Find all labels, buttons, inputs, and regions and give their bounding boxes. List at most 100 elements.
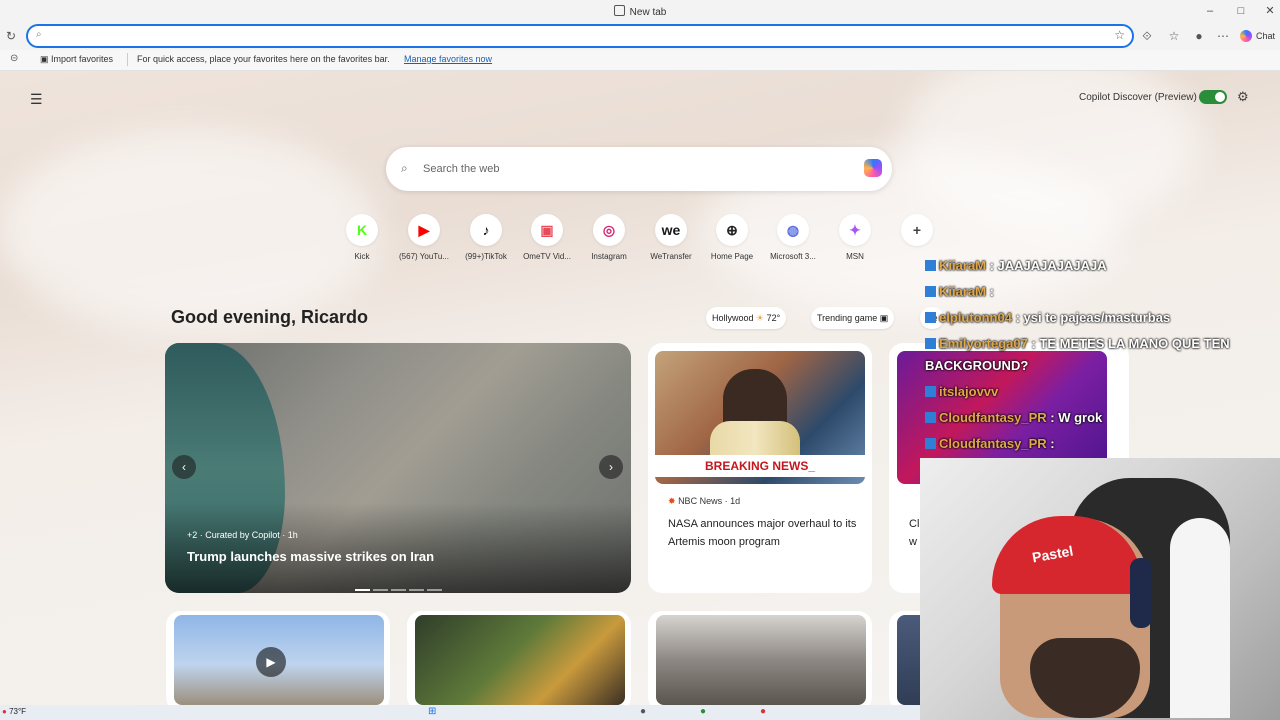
chat-text: : ysi te pajeas/masturbas [1015, 310, 1171, 325]
copilot-chat-label: Chat [1256, 31, 1276, 41]
chat-badge-icon [925, 338, 936, 349]
chat-username: Cloudfantasy_PR [939, 436, 1047, 451]
news-card[interactable] [407, 611, 631, 705]
quick-link-label: OmeTV Vid... [523, 252, 571, 261]
video-card[interactable]: ▶ [166, 611, 390, 705]
refresh-icon[interactable]: ↻ [6, 29, 20, 43]
chat-badge-icon [925, 312, 936, 323]
background-cloud [0, 131, 380, 331]
news-headline-line: w [909, 536, 917, 548]
close-button[interactable]: ✕ [1259, 3, 1280, 19]
chat-username: BACKGROUND? [925, 358, 1029, 373]
site-icon: ◎ [593, 214, 625, 246]
carousel-next-button[interactable]: › [599, 455, 623, 479]
quick-link-label: (99+)TikTok [465, 252, 507, 261]
site-icon: we [655, 214, 687, 246]
quick-link-tile[interactable]: ♪ (99+)TikTok [455, 212, 517, 264]
maximize-button[interactable]: □ [1230, 3, 1252, 19]
game-icon: ▣ [879, 313, 889, 323]
menu-icon[interactable]: ☰ [30, 91, 43, 108]
weather-icon: ☀ [756, 313, 765, 323]
chat-badge-icon [925, 438, 936, 449]
quick-link-tile[interactable]: ◍ Microsoft 3... [762, 212, 824, 264]
search-icon: ⌕ [36, 29, 42, 40]
copilot-icon[interactable] [864, 159, 882, 177]
play-icon[interactable]: ▶ [256, 647, 286, 677]
import-favorites-label: Import favorites [51, 54, 114, 64]
chat-message: Emilyortega07 : TE METES LA MANO QUE TEN [925, 336, 1230, 351]
quick-link-label: Home Page [710, 252, 754, 261]
news-thumbnail [415, 615, 625, 705]
gear-icon[interactable]: ⚙ [1237, 89, 1249, 105]
quick-link-tile[interactable]: ◎ Instagram [578, 212, 640, 264]
taskbar-weather[interactable]: ● 73°F [2, 707, 26, 716]
quick-link-tile[interactable]: ✦ MSN [824, 212, 886, 264]
webcam-overlay: Pastel [920, 458, 1280, 720]
chat-message: KiiaraM : JAAJAJAJAJAJA [925, 258, 1107, 273]
quick-link-label: (567) YouTu... [399, 252, 449, 261]
weather-temp: 72° [766, 313, 781, 323]
news-headline[interactable]: Cl w [909, 515, 919, 551]
quick-link-tile[interactable]: ▶ (567) YouTu... [393, 212, 455, 264]
import-favorites-button[interactable]: ▣ Import favorites [40, 54, 113, 65]
profile-avatar[interactable]: ● [1190, 28, 1208, 44]
more-options-icon[interactable]: ⋯ [1214, 28, 1232, 44]
chat-username: elplutonn04 [939, 310, 1012, 325]
address-input[interactable] [50, 28, 1100, 44]
news-headline[interactable]: NASA announces major overhaul to its Art… [668, 515, 864, 551]
quick-link-label: Microsoft 3... [770, 252, 816, 261]
weather-pill[interactable]: Hollywood ☀ 72° [706, 307, 787, 329]
news-thumbnail [656, 615, 866, 705]
taskbar-app-icon[interactable]: ● [640, 706, 646, 717]
tab-title[interactable]: New tab [0, 5, 1280, 18]
manage-favorites-link[interactable]: Manage favorites now [404, 54, 492, 64]
site-icon: ⊕ [716, 214, 748, 246]
site-icon: ▣ [531, 214, 563, 246]
news-source: ✸ NBC News · 1d [668, 496, 740, 507]
start-icon[interactable]: ⊞ [428, 706, 436, 717]
chat-username: KiiaraM [939, 284, 986, 299]
quick-link-tile[interactable]: ⊕ Home Page [701, 212, 763, 264]
greeting: Good evening, Ricardo [171, 307, 369, 327]
hero-headline[interactable]: Trump launches massive strikes on Iran [187, 549, 434, 564]
quick-link-tile[interactable]: ▣ OmeTV Vid... [516, 212, 578, 264]
breaking-news-banner: BREAKING NEWS_ [655, 455, 865, 477]
taskbar-app-icon[interactable]: ● [700, 706, 706, 717]
copilot-discover-toggle[interactable] [1199, 90, 1227, 104]
chat-badge-icon [925, 412, 936, 423]
chat-username: itslajovvv [939, 384, 999, 399]
hero-news-card[interactable]: +2 · Curated by Copilot · 1h Trump launc… [165, 343, 631, 593]
minimize-button[interactable]: – [1199, 3, 1221, 19]
quick-link-tile[interactable]: we WeTransfer [640, 212, 702, 264]
taskbar-app-icon[interactable]: ● [760, 706, 766, 717]
chat-badge-icon [925, 260, 936, 271]
extensions-icon[interactable]: ⟐ [1138, 28, 1156, 44]
web-search-box[interactable]: ⌕ Search the web [386, 147, 892, 191]
news-card[interactable] [648, 611, 872, 705]
search-icon: ⌕ [401, 161, 408, 175]
chat-text: : [1050, 436, 1055, 451]
address-bar[interactable]: ⌕ ☆ [27, 25, 1133, 47]
plus-icon: + [901, 214, 933, 246]
chat-badge-icon [925, 286, 936, 297]
quick-link-tile[interactable]: K Kick [331, 212, 393, 264]
carousel-dots[interactable] [355, 578, 445, 591]
chat-text: : W grok [1050, 410, 1103, 425]
chat-text: : [989, 284, 994, 299]
favorites-icon[interactable]: ☆ [1165, 28, 1183, 44]
copilot-discover-label: Copilot Discover (Preview) [1079, 92, 1197, 103]
trending-pill[interactable]: Trending game ▣ [811, 307, 895, 329]
chat-username: KiiaraM [939, 258, 986, 273]
taskbar: ● 73°F ⊞ ● ● ● [0, 705, 920, 720]
add-shortcut-button[interactable]: + [886, 212, 948, 264]
chat-message: Cloudfantasy_PR : [925, 436, 1055, 451]
tab-actions-icon[interactable]: ⊝ [10, 53, 18, 64]
chat-text: : JAAJAJAJAJAJA [989, 258, 1107, 273]
favorites-message: For quick access, place your favorites h… [137, 54, 390, 64]
favorite-star-icon[interactable]: ☆ [1114, 28, 1125, 42]
chat-text: : TE METES LA MANO QUE TEN [1031, 336, 1230, 351]
quick-link-label: Kick [354, 252, 370, 261]
copilot-chat-button[interactable]: Chat [1240, 27, 1275, 45]
carousel-prev-button[interactable]: ‹ [172, 455, 196, 479]
news-card[interactable]: BREAKING NEWS_ ✸ NBC News · 1d NASA anno… [648, 343, 872, 593]
